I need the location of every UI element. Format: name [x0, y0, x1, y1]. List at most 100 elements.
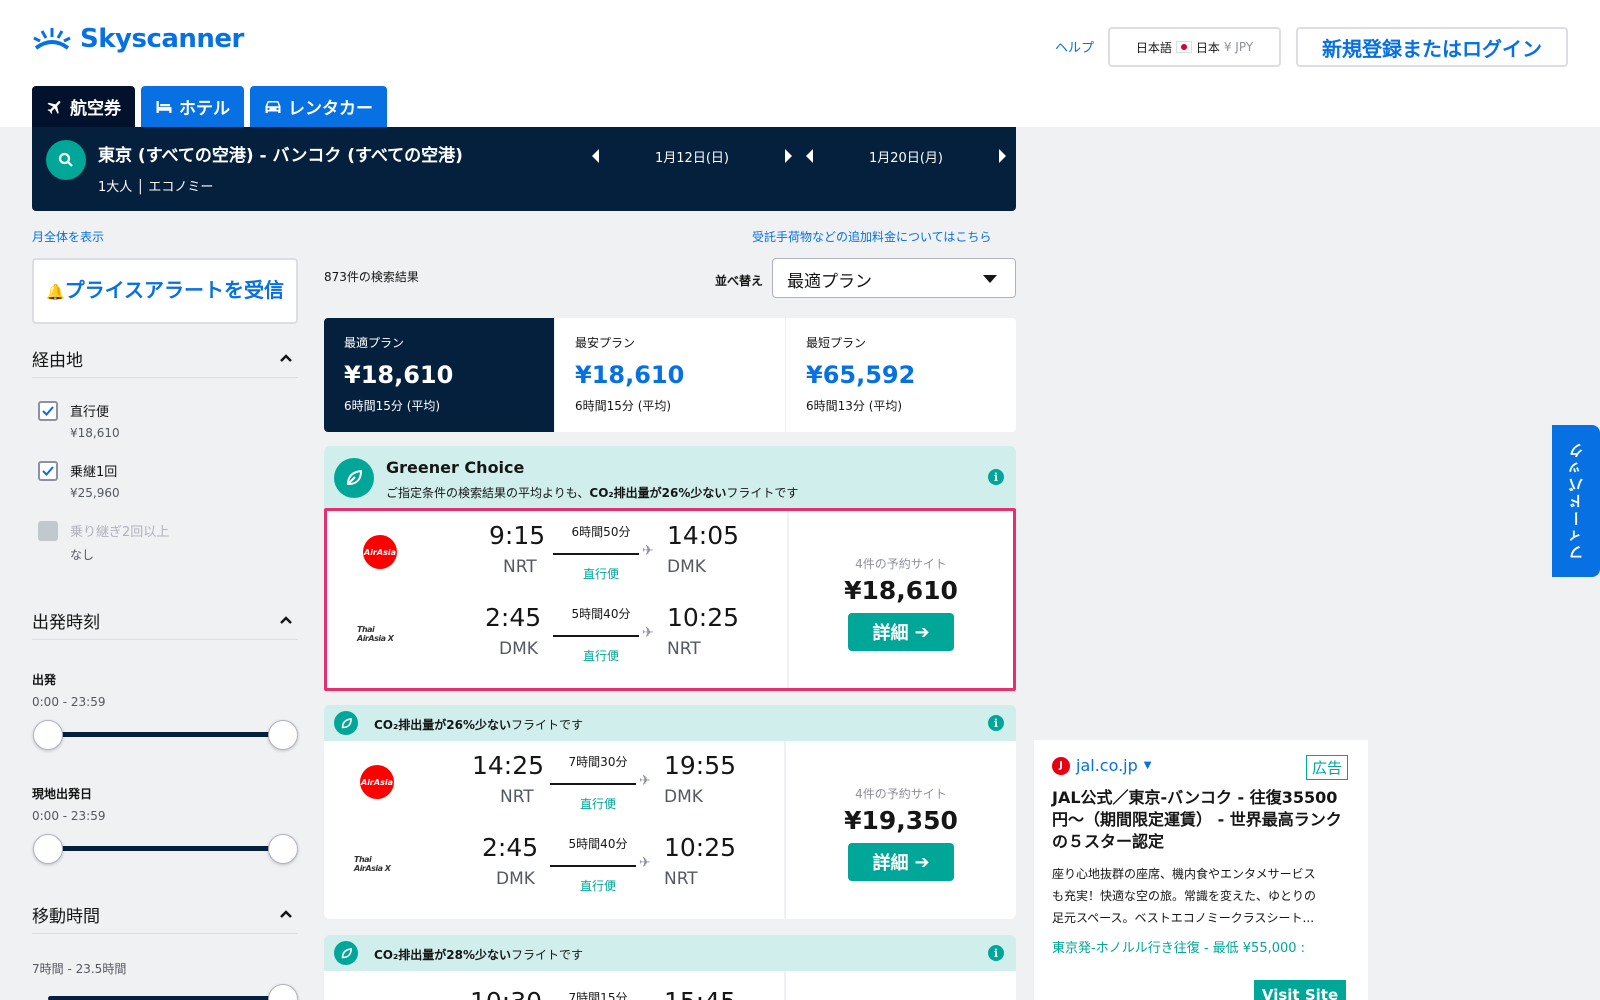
brand-name: Skyscanner: [80, 24, 244, 54]
thai-airasia-x-logo: Thai AirAsia X: [357, 625, 394, 643]
stops-option-two-plus: 乗り継ぎ2回以上 なし: [38, 521, 169, 563]
baggage-fees-link[interactable]: 受託手荷物などの追加料金についてはこちら: [752, 228, 991, 245]
sort-tab-name: 最安プラン: [575, 336, 636, 350]
tab-flights[interactable]: 航空券: [32, 86, 135, 127]
sort-tabs: 最適プラン ¥18,610 6時間15分 (平均) 最安プラン ¥18,610 …: [324, 318, 1016, 432]
search-summary-bar[interactable]: 東京 (すべての空港) - バンコク (すべての空港) 1大人 │ エコノミー …: [32, 127, 1016, 211]
prev-date-icon[interactable]: [806, 149, 813, 163]
slider-handle-max[interactable]: [268, 720, 298, 750]
leaf-icon: [334, 941, 358, 965]
flight-result-card[interactable]: 10:30 7時間15分 15:45: [324, 971, 1016, 1000]
sort-tab-best[interactable]: 最適プラン ¥18,610 6時間15分 (平均): [324, 318, 555, 432]
arrival-time: 19:55: [664, 751, 737, 780]
flight-price: ¥19,350: [844, 806, 958, 835]
slider-handle-min[interactable]: [33, 834, 63, 864]
sponsored-ad[interactable]: Jjal.co.jp ▼ 広告 JAL公式／東京-バンコク - 往復35500円〜…: [1034, 740, 1368, 1000]
login-button[interactable]: 新規登録またはログイン: [1296, 27, 1568, 67]
slider-handle-max[interactable]: [268, 834, 298, 864]
stops-filter-header[interactable]: 経由地: [32, 346, 298, 378]
departure-time-filter-header[interactable]: 出発時刻: [32, 608, 298, 640]
option-label: 直行便: [70, 405, 110, 420]
stops-option-one-stop[interactable]: 乗継1回 ¥25,960: [38, 461, 120, 500]
option-price: ¥25,960: [70, 486, 120, 500]
arrival-time: 10:25: [664, 833, 737, 862]
sort-value: 最適プラン: [787, 272, 872, 292]
arrival-airport: NRT: [667, 639, 701, 659]
departure-time-title: 出発時刻: [32, 613, 100, 633]
month-view-link[interactable]: 月全体を表示: [32, 228, 104, 245]
airline-logo: Thai AirAsia X: [357, 611, 403, 657]
skyscanner-logo[interactable]: Skyscanner: [32, 24, 244, 54]
chevron-up-icon: [280, 354, 292, 362]
outbound-slider-track[interactable]: [48, 732, 282, 737]
chevron-down-icon: [983, 275, 997, 283]
prev-date-icon[interactable]: [592, 149, 599, 163]
flight-result-card[interactable]: AirAsia 9:15 NRT 6時間50分 ✈ 直行便 14:05 DMK …: [324, 508, 1016, 691]
flight-leg-return: Thai AirAsia X 2:45 DMK 5時間40分 ✈ 直行便 10:…: [324, 829, 784, 899]
tab-hotels[interactable]: ホテル: [141, 86, 244, 127]
eco-banner: CO₂排出量が28%少ないフライトです i: [324, 935, 1016, 971]
sort-tab-fastest[interactable]: 最短プラン ¥65,592 6時間13分 (平均): [786, 318, 1016, 432]
flight-result-card[interactable]: AirAsia 14:25 NRT 7時間30分 ✈ 直行便 19:55 DMK…: [324, 741, 1016, 919]
return-date[interactable]: 1月20日(月): [869, 147, 943, 166]
option-price: なし: [70, 548, 95, 562]
option-price: ¥18,610: [70, 426, 120, 440]
ad-offer-link[interactable]: 東京発-ホノルル行き往復 - 最低 ¥55,000 :: [1052, 937, 1350, 956]
route-text[interactable]: 東京 (すべての空港) - バンコク (すべての空港): [98, 141, 463, 166]
depart-date[interactable]: 1月12日(日): [655, 147, 729, 166]
tab-label: 航空券: [70, 99, 121, 119]
info-icon[interactable]: i: [988, 945, 1004, 961]
arrival-time: 15:45: [664, 987, 736, 1000]
return-slider-track[interactable]: [48, 846, 282, 851]
info-icon[interactable]: i: [988, 469, 1004, 485]
card-divider: [784, 971, 786, 1000]
greener-title: Greener Choice: [386, 458, 525, 477]
stops-filter-title: 経由地: [32, 351, 83, 371]
flight-duration: 6時間50分: [571, 525, 631, 539]
search-button[interactable]: [46, 140, 86, 180]
language-label: 日本語: [1135, 40, 1172, 55]
chevron-up-icon: [280, 616, 292, 624]
duration-slider-track[interactable]: [48, 996, 282, 1000]
visit-site-button[interactable]: Visit Site: [1254, 980, 1346, 1000]
sort-select[interactable]: 最適プラン: [772, 258, 1016, 298]
sort-tab-cheapest[interactable]: 最安プラン ¥18,610 6時間15分 (平均): [555, 318, 786, 432]
leaf-icon: [334, 711, 358, 735]
ad-badge: 広告: [1305, 755, 1348, 780]
slider-handle-min[interactable]: [33, 720, 63, 750]
price-alert-button[interactable]: 🔔プライスアラートを受信: [32, 258, 298, 324]
ad-domain-text: jal.co.jp: [1076, 756, 1138, 775]
locale-button[interactable]: 日本語 日本 ¥ JPY: [1108, 27, 1281, 67]
flight-duration: 5時間40分: [568, 837, 628, 851]
caret-down-icon: ▼: [1143, 760, 1152, 771]
stops-option-direct[interactable]: 直行便 ¥18,610: [38, 401, 120, 440]
help-link[interactable]: ヘルプ: [1055, 37, 1094, 56]
info-icon[interactable]: i: [988, 715, 1004, 731]
ad-title[interactable]: JAL公式／東京-バンコク - 往復35500円〜（期間限定運賃） - 世界最高…: [1052, 787, 1350, 853]
airline-logo: AirAsia: [357, 529, 403, 575]
arrival-airport: DMK: [664, 787, 703, 807]
eco-suffix: フライトです: [511, 948, 584, 962]
next-date-icon[interactable]: [785, 149, 792, 163]
flight-leg-outbound: AirAsia 9:15 NRT 6時間50分 ✈ 直行便 14:05 DMK: [327, 517, 787, 587]
passengers-cabin[interactable]: 1大人 │ エコノミー: [98, 176, 213, 195]
plane-icon: ✈: [642, 543, 654, 559]
leaf-icon: [334, 458, 374, 498]
stops-label: 直行便: [582, 567, 619, 581]
details-button[interactable]: 詳細 ➔: [848, 843, 954, 881]
tab-car-hire[interactable]: レンタカー: [250, 86, 387, 127]
next-date-icon[interactable]: [999, 149, 1006, 163]
stops-label: 直行便: [579, 797, 616, 811]
route-line: [553, 553, 639, 555]
checkbox[interactable]: [38, 401, 58, 421]
ad-body-line: も充実！快適な空の旅。常識を変えた、ゆとりの: [1052, 889, 1317, 903]
feedback-tab[interactable]: フィードバック: [1552, 425, 1600, 577]
departure-airport: NRT: [503, 557, 537, 577]
checkbox[interactable]: [38, 461, 58, 481]
slider-handle-max[interactable]: [268, 984, 298, 1000]
japan-flag-icon: [1175, 41, 1192, 53]
duration-filter-header[interactable]: 移動時間: [32, 902, 298, 934]
details-button[interactable]: 詳細 ➔: [848, 613, 954, 651]
plane-icon: ✈: [639, 773, 651, 789]
departure-airport: NRT: [500, 787, 534, 807]
